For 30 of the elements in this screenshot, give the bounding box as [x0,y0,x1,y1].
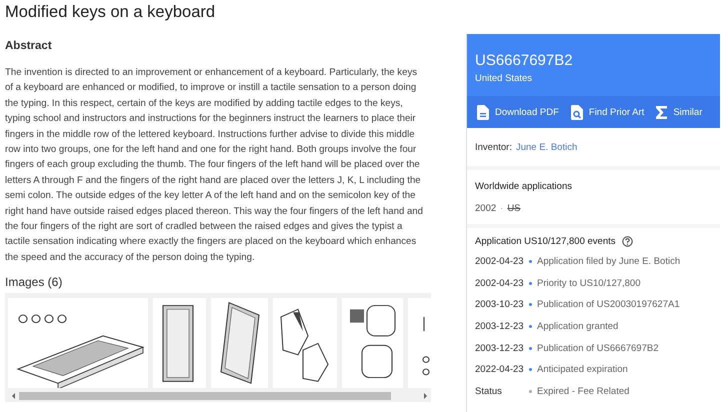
action-link[interactable]: Download PDF [477,104,559,120]
event-text: Application granted [537,321,618,332]
section-heading: Images (6) [5,275,64,290]
event-text: Application filed by June E. Botich [537,256,680,268]
event-text: Publication of US20030197627A1 [537,299,680,310]
section-heading: Application US10/127,800 events [475,236,616,247]
section-heading: Worldwide applications [475,181,573,192]
abstract-text: The invention is directed to an improvement or enhancement of a keyboard. Particularly, the keys of a keyboard are enhanced or modified, to improve or instill a tactile sensation to a person doing the typing. In this respect, certain of the keys are modified by adding tactile edges to the keys, typing school and instructors and instructions for the beginners instruct the learners to place their fingers in the middle row of the lettered keyboard. Instructions further advise to divide this middle row into two groups, one for the left hand and one for the right hand. Both groups involve the four fingers of each group excluding the thumb. The four fingers of the left hand will be placed over the letters A through F and the fingers of the right hand are placed over the letters J, K, L including the semi colon. The outside edges of the key letter A of the left hand and on the semicolon key of the right hand have outside raised edges placed thereon. This way the four fingers of the left hand and the four fingers of the right are sort of cradled between the raised edges and gives the typist a tactile sensation indicating where exactly the fingers are placed on the keyboard which enhances the speed and the accuracy of the person doing the typing. [5,66,424,265]
event-text: Priority to US10/127,800 [537,278,641,289]
event-date: 2003-12-23 [475,342,525,354]
status-text: Expired - Fee Related [537,386,630,397]
event-text: Anticipated expiration [537,364,628,376]
action-link[interactable]: Similar [656,106,702,118]
event-date: 2003-12-23 [475,321,525,332]
event-date: 2003-10-23 [475,299,525,310]
inventor-label: Inventor: [475,142,512,152]
patent-country: United States [475,73,534,84]
inventor-link[interactable]: June E. Botich [516,142,578,152]
status-label: Status [475,386,503,397]
section-heading: Abstract [5,39,53,53]
action-link[interactable]: Find Prior Art [570,104,644,120]
event-date: 2002-04-23 [475,256,525,268]
event-text: Publication of US6667697B2 [537,342,658,354]
separator-dot: · [500,203,504,214]
event-date: 2002-04-23 [475,278,525,289]
event-date: 2022-04-23 [475,364,525,376]
country-link[interactable]: US [507,203,521,214]
page-title: Modified keys on a keyboard [5,3,216,21]
patent-number: US6667697B2 [475,52,574,70]
application-year: 2002 [475,203,496,214]
